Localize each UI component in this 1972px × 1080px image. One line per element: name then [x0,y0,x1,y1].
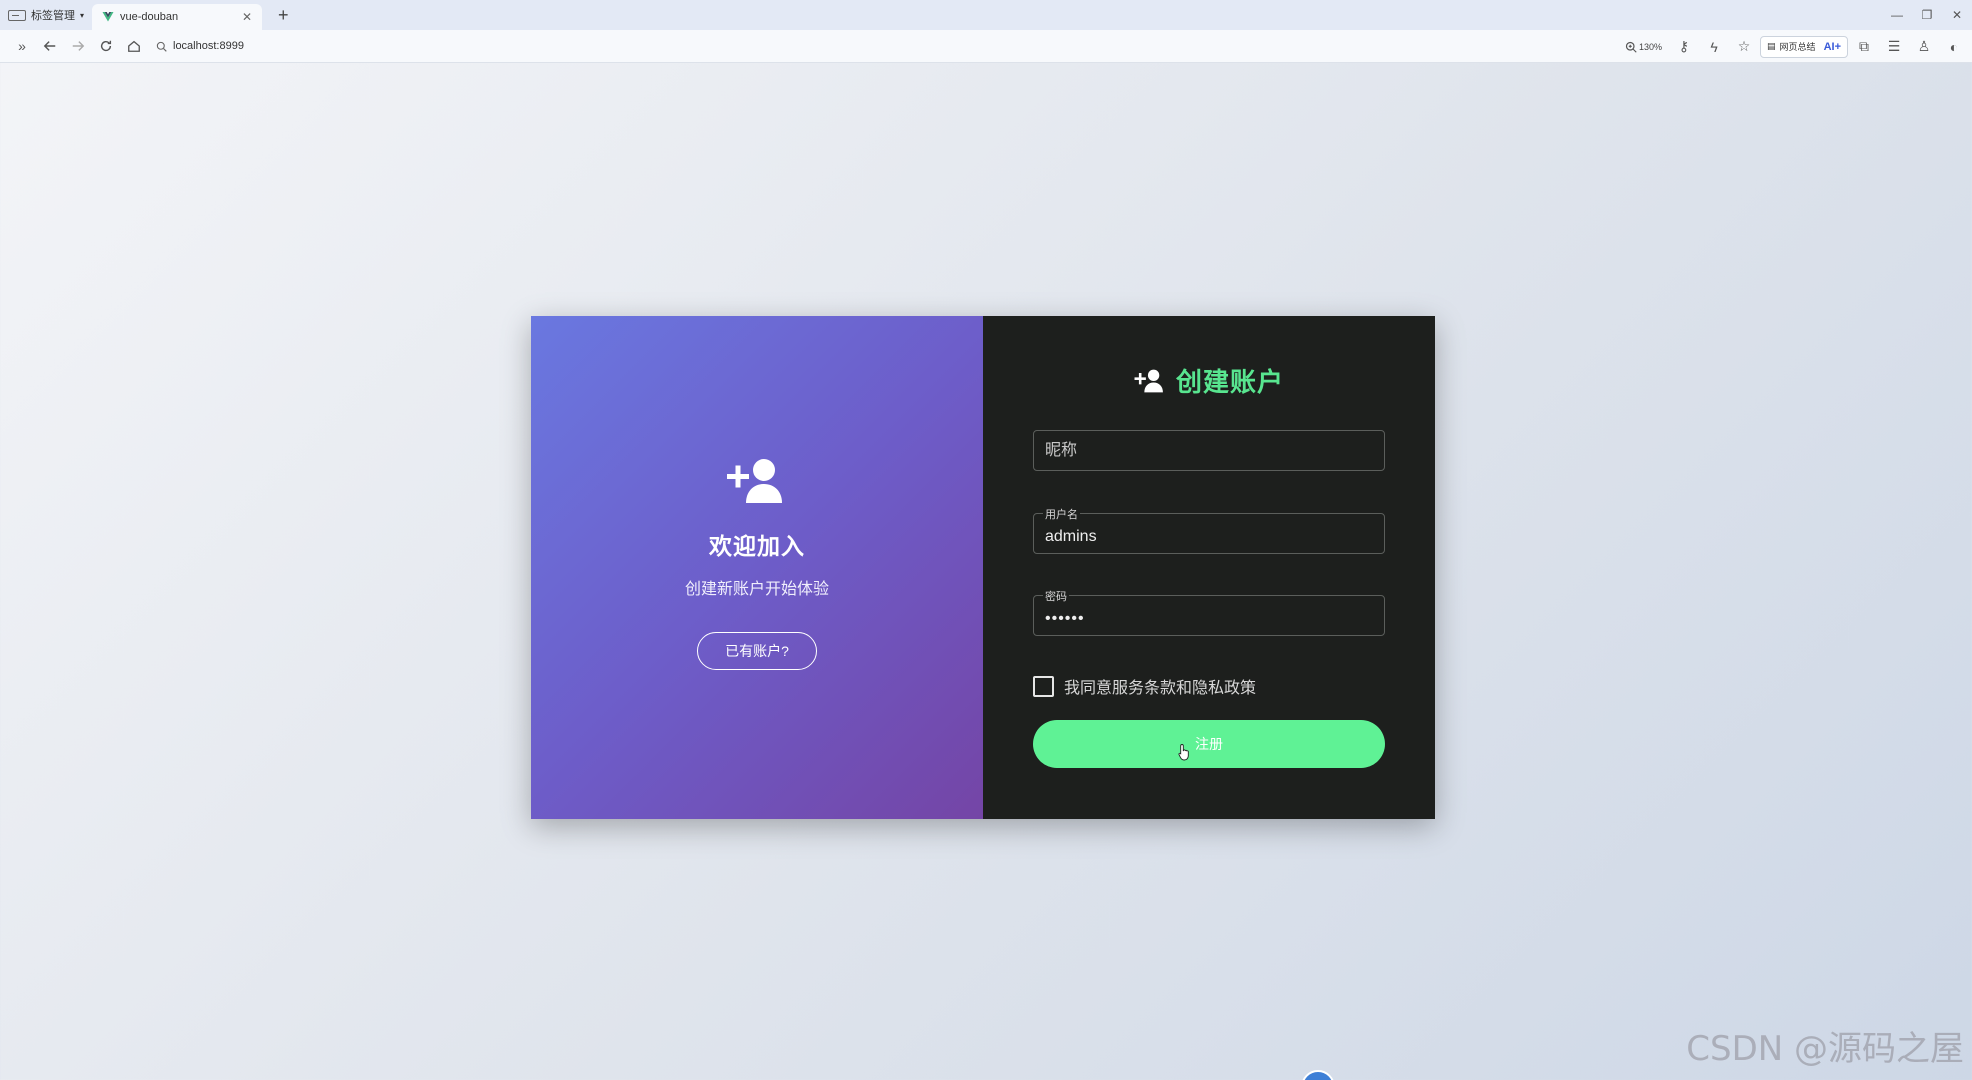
star-icon[interactable]: ☆ [1730,34,1758,60]
username-label: 用户名 [1043,506,1080,522]
minimize-icon[interactable]: — [1882,8,1912,22]
terms-label: 我同意服务条款和隐私政策 [1064,680,1257,697]
account-icon[interactable]: ♙ [1910,34,1938,60]
browser-tab[interactable]: vue-douban ✕ [92,4,263,30]
arrow-left-icon [43,41,56,51]
new-tab-button[interactable]: + [278,5,289,26]
zoom-icon [1625,41,1637,53]
register-form-panel: 创建账户 用户名 密码 我同意服务条款和隐私政策 注册 [983,316,1435,819]
double-chevron-icon[interactable]: » [8,33,36,59]
password-input[interactable] [1034,596,1384,635]
forward-button[interactable] [64,33,92,59]
hand-cursor-icon [1178,744,1189,761]
restore-icon[interactable]: ❐ [1912,8,1942,22]
browser-toolbar: » localhost:8999 130% ⚷ ϟ ☆ ▤ 网页总结 AI+ ⧉… [0,30,1972,63]
welcome-title: 欢迎加入 [709,533,805,559]
user-plus-icon [727,459,782,503]
tab-manager-label: 标签管理 [31,10,75,22]
welcome-panel: 欢迎加入 创建新账户开始体验 已有账户? [531,316,983,819]
form-title: 创建账户 [1175,367,1284,397]
username-field[interactable]: 用户名 [1033,506,1385,554]
form-header: 创建账户 [983,362,1435,399]
reload-icon [100,40,112,52]
reload-button[interactable] [92,33,120,59]
extensions-icon[interactable]: ⧉ [1850,34,1878,60]
nickname-field[interactable] [1033,430,1385,471]
password-label: 密码 [1043,588,1069,604]
summary-label: 网页总结 [1779,42,1816,52]
search-icon [156,41,167,52]
have-account-button[interactable]: 已有账户? [697,632,817,670]
arrow-right-icon [72,41,85,51]
back-button[interactable] [36,33,64,59]
home-icon [128,40,140,52]
zoom-indicator[interactable]: 130% [1619,41,1668,53]
shield-icon[interactable]: ◐ [1940,34,1968,60]
close-tab-icon[interactable]: ✕ [242,10,252,24]
register-button[interactable]: 注册 [1033,720,1385,768]
home-button[interactable] [120,33,148,59]
tab-manager-button[interactable]: 标签管理 ▾ [0,0,92,30]
terms-checkbox-row[interactable]: 我同意服务条款和隐私政策 [1033,674,1256,698]
welcome-subtitle: 创建新账户开始体验 [684,581,829,598]
menu-icon[interactable]: ☰ [1880,34,1908,60]
nickname-input[interactable] [1034,431,1384,470]
register-card: 欢迎加入 创建新账户开始体验 已有账户? 创建账户 用户名 密码 我 [531,316,1435,819]
tab-title: vue-douban [120,11,179,23]
zoom-level: 130% [1639,41,1663,52]
summary-icon: ▤ [1767,41,1776,51]
chevron-down-icon: ▾ [80,10,85,20]
tab-manager-icon [8,9,26,21]
close-window-icon[interactable]: ✕ [1942,8,1972,22]
terms-checkbox[interactable] [1033,675,1054,697]
browser-tab-bar: 标签管理 ▾ vue-douban ✕ + — ❐ ✕ [0,0,1972,30]
user-plus-icon [1134,369,1163,392]
key-icon[interactable]: ⚷ [1670,34,1698,60]
vue-logo-icon [102,12,114,22]
url-text: localhost:8999 [173,40,244,52]
floating-assistant-icon[interactable] [1301,1070,1335,1080]
username-input[interactable] [1034,514,1384,553]
address-bar[interactable]: localhost:8999 [156,40,1556,52]
lightning-icon[interactable]: ϟ [1700,34,1728,60]
ai-label: AI+ [1823,40,1841,53]
watermark: CSDN @源码之屋 [1686,1029,1964,1069]
page-summary-button[interactable]: ▤ 网页总结 AI+ [1760,35,1848,58]
password-field[interactable]: 密码 [1033,588,1385,636]
